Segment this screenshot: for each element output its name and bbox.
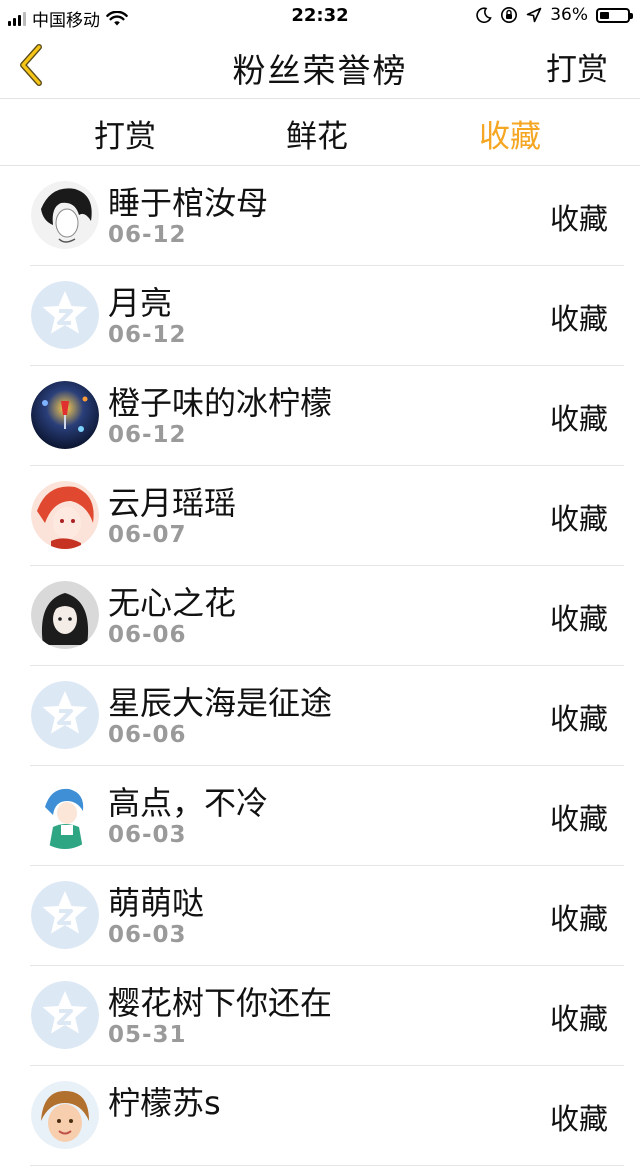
battery-icon <box>596 7 633 23</box>
item-date: 06-12 <box>108 322 187 348</box>
default-avatar <box>31 281 99 349</box>
fan-list: 睡于棺汝母 06-12 收藏 月亮 06-12 收藏 橙子味的冰柠檬 06-12 收藏 云月… <box>0 166 640 1166</box>
battery-percent: 36% <box>550 5 588 25</box>
status-bar: 中国移动 22:32 36% <box>0 0 640 34</box>
dark-hair-avatar <box>31 581 99 649</box>
anime-blue-avatar <box>31 781 99 849</box>
rotation-lock-icon <box>501 7 518 23</box>
list-item[interactable]: 月亮 06-12 收藏 <box>0 266 640 366</box>
item-date: 06-12 <box>108 422 187 448</box>
avatar[interactable] <box>31 1081 99 1149</box>
action-label: 收藏 <box>549 702 608 736</box>
item-date: 06-03 <box>108 922 187 948</box>
user-name: 月亮 <box>108 284 173 322</box>
action-label: 收藏 <box>549 502 608 536</box>
item-date: 06-07 <box>108 522 187 548</box>
user-name: 星辰大海是征途 <box>108 684 333 722</box>
night-avatar <box>31 381 99 449</box>
list-item[interactable]: 睡于棺汝母 06-12 收藏 <box>0 166 640 266</box>
tab-bar: 打赏 鲜花 收藏 <box>0 99 640 166</box>
action-label: 收藏 <box>549 1002 608 1036</box>
default-avatar <box>31 881 99 949</box>
user-name: 萌萌哒 <box>108 884 205 922</box>
user-name: 云月瑶瑶 <box>108 484 237 522</box>
action-label: 收藏 <box>549 302 608 336</box>
list-item[interactable]: 云月瑶瑶 06-07 收藏 <box>0 466 640 566</box>
location-icon <box>526 7 542 23</box>
user-name: 无心之花 <box>108 584 237 622</box>
action-label: 收藏 <box>549 802 608 836</box>
avatar[interactable] <box>31 281 99 349</box>
moon-icon <box>476 7 492 23</box>
action-label: 收藏 <box>549 402 608 436</box>
action-label: 收藏 <box>549 1102 608 1136</box>
avatar[interactable] <box>31 581 99 649</box>
item-date: 06-03 <box>108 822 187 848</box>
tab-reward[interactable]: 打赏 <box>94 111 156 156</box>
user-name: 睡于棺汝母 <box>108 184 269 222</box>
action-label: 收藏 <box>549 602 608 636</box>
item-date: 06-12 <box>108 222 187 248</box>
page-title: 粉丝荣誉榜 <box>232 51 408 90</box>
user-name: 高点，不冷 <box>108 784 269 822</box>
avatar[interactable] <box>31 181 99 249</box>
reward-button[interactable]: 打赏 <box>546 44 608 89</box>
avatar[interactable] <box>31 481 99 549</box>
avatar[interactable] <box>31 881 99 949</box>
default-avatar <box>31 681 99 749</box>
item-date: 06-06 <box>108 722 187 748</box>
user-name: 樱花树下你还在 <box>108 984 333 1022</box>
list-item[interactable]: 无心之花 06-06 收藏 <box>0 566 640 666</box>
avatar[interactable] <box>31 781 99 849</box>
tab-favorites[interactable]: 收藏 <box>479 111 541 156</box>
user-name: 柠檬苏s <box>108 1084 221 1122</box>
action-label: 收藏 <box>549 202 608 236</box>
tab-flowers[interactable]: 鲜花 <box>286 111 348 156</box>
avatar[interactable] <box>31 681 99 749</box>
list-item[interactable]: 星辰大海是征途 06-06 收藏 <box>0 666 640 766</box>
action-label: 收藏 <box>549 902 608 936</box>
user-name: 橙子味的冰柠檬 <box>108 384 333 422</box>
sketch-avatar <box>31 181 99 249</box>
list-item[interactable]: 樱花树下你还在 05-31 收藏 <box>0 966 640 1066</box>
status-right: 36% <box>476 5 633 25</box>
child-avatar <box>31 1081 99 1149</box>
list-item[interactable]: 萌萌哒 06-03 收藏 <box>0 866 640 966</box>
item-date: 06-06 <box>108 622 187 648</box>
nav-bar: 粉丝荣誉榜 打赏 <box>0 34 640 99</box>
avatar[interactable] <box>31 981 99 1049</box>
list-item[interactable]: 柠檬苏s 收藏 <box>0 1066 640 1166</box>
avatar[interactable] <box>31 381 99 449</box>
anime-red-avatar <box>31 481 99 549</box>
list-item[interactable]: 高点，不冷 06-03 收藏 <box>0 766 640 866</box>
item-date: 05-31 <box>108 1022 187 1048</box>
default-avatar <box>31 981 99 1049</box>
list-item[interactable]: 橙子味的冰柠檬 06-12 收藏 <box>0 366 640 466</box>
